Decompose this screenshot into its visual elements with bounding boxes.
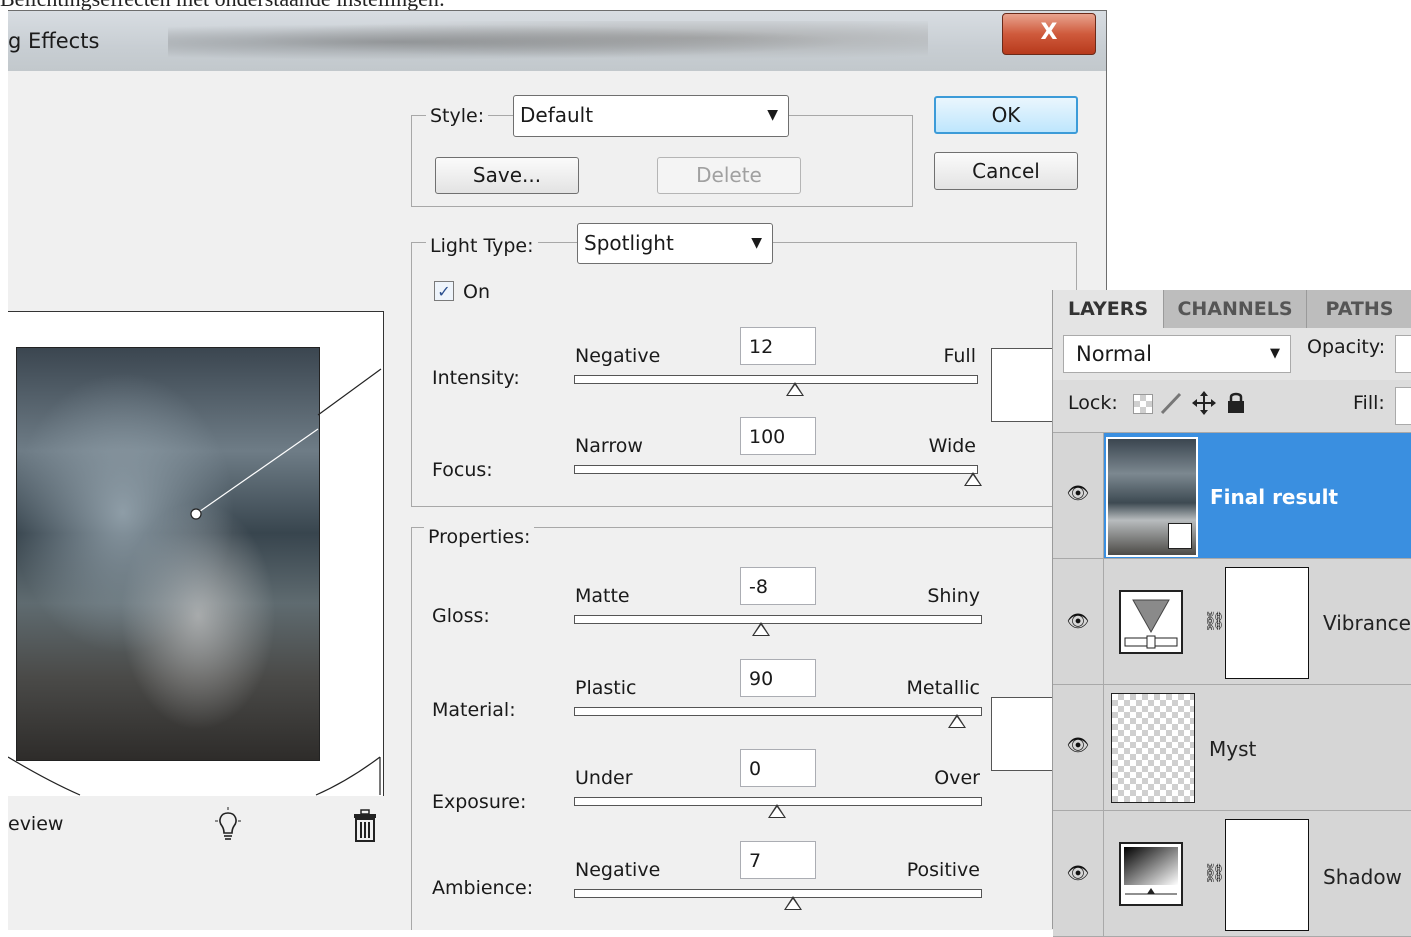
intensity-max-label: Full [943,345,977,367]
fill-label: Fill: [1353,392,1385,414]
ambience-label: Ambience: [432,877,534,899]
on-label: On [463,281,490,303]
material-slider-thumb[interactable] [948,714,966,728]
gloss-value-input[interactable]: -8 [740,567,816,605]
vibrance-adjustment-icon [1119,590,1183,654]
padlock-icon[interactable] [1225,391,1247,415]
light-center-handle[interactable] [190,508,202,520]
tab-paths[interactable]: PATHS [1307,290,1411,328]
close-button[interactable]: X [1002,13,1096,55]
preview-label: eview [8,813,64,835]
tab-layers[interactable]: LAYERS [1053,290,1164,328]
eye-icon[interactable]: 👁 [1063,735,1093,757]
layer-thumbnail [1111,693,1195,803]
style-label: Style: [426,105,489,127]
lock-transparency-icon[interactable] [1133,394,1153,414]
exposure-min-label: Under [575,767,633,789]
focus-value-input[interactable]: 100 [740,417,816,455]
light-type-label: Light Type: [426,235,538,257]
eye-icon[interactable]: 👁 [1063,483,1093,505]
material-value-input[interactable]: 90 [740,659,816,697]
material-label: Material: [432,699,516,721]
opacity-label: Opacity: [1307,336,1386,358]
layers-panel: LAYERS CHANNELS PATHS Normal ▼ Opacity: … [1052,290,1411,937]
intensity-slider-thumb[interactable] [785,382,804,396]
exposure-slider-thumb[interactable] [768,804,786,818]
intensity-min-label: Negative [575,345,661,367]
focus-label: Focus: [432,459,493,481]
layer-row-final-result[interactable]: 👁 Final result [1053,433,1411,559]
material-max-label: Metallic [906,677,980,699]
trash-icon[interactable] [350,807,380,843]
tab-channels[interactable]: CHANNELS [1164,290,1307,328]
focus-slider-thumb[interactable] [964,472,982,486]
blend-mode-value: Normal [1076,342,1152,366]
exposure-value-input[interactable]: 0 [740,749,816,787]
exposure-label: Exposure: [432,791,527,813]
dialog-title: g Effects [8,29,100,53]
gloss-max-label: Shiny [927,585,980,607]
save-button[interactable]: Save... [435,157,579,194]
cancel-button[interactable]: Cancel [934,152,1078,190]
style-select-value: Default [520,103,594,127]
layer-mask-thumbnail [1225,819,1309,931]
gradient-adjustment-icon [1119,842,1183,906]
ambience-color-swatch[interactable] [991,697,1055,771]
chain-link-icon[interactable]: ⛓ [1203,863,1226,884]
intensity-value-input[interactable]: 12 [740,327,816,365]
ambience-max-label: Positive [906,859,980,881]
layer-name: Vibrance [1323,611,1411,635]
light-bulb-icon[interactable] [212,807,244,843]
layer-row-myst[interactable]: 👁 Myst [1053,685,1411,811]
ambience-slider-track[interactable] [574,889,982,898]
layer-mask-thumbnail [1225,567,1309,679]
lock-label: Lock: [1068,392,1118,414]
layer-row-shadow[interactable]: 👁 ⛓ Shadow [1053,811,1411,937]
intensity-slider-track[interactable] [574,375,978,384]
preview-light-guides [8,368,382,796]
intensity-label: Intensity: [432,367,520,389]
layer-name: Final result [1210,485,1339,509]
title-bar-background [168,21,928,63]
gloss-slider-track[interactable] [574,615,982,624]
delete-button[interactable]: Delete [657,157,801,194]
move-icon[interactable] [1191,390,1217,416]
lighting-effects-dialog: g Effects X Style: Default ▼ Save... Del… [8,10,1107,930]
layer-name: Myst [1209,737,1257,761]
focus-min-label: Narrow [575,435,643,457]
properties-label: Properties: [424,526,535,548]
eye-icon[interactable]: 👁 [1063,611,1093,633]
on-checkbox[interactable]: ✓ [434,281,454,301]
chain-link-icon[interactable]: ⛓ [1203,611,1226,632]
focus-max-label: Wide [928,435,976,457]
gloss-slider-thumb[interactable] [752,622,770,636]
material-min-label: Plastic [575,677,637,699]
chevron-down-icon: ▼ [767,107,778,123]
opacity-input[interactable] [1395,335,1411,373]
light-type-select[interactable]: Spotlight ▼ [577,223,773,264]
exposure-max-label: Over [934,767,980,789]
fill-input[interactable] [1395,387,1411,425]
smart-object-icon [1168,523,1192,549]
layer-name: Shadow [1323,865,1402,889]
material-slider-track[interactable] [574,707,982,716]
ambience-value-input[interactable]: 7 [740,841,816,879]
light-color-swatch[interactable] [991,348,1055,422]
light-type-select-value: Spotlight [584,231,674,255]
brush-icon[interactable] [1159,390,1183,416]
focus-slider-track[interactable] [574,465,978,474]
ambience-slider-thumb[interactable] [784,896,802,910]
ok-button[interactable]: OK [934,96,1078,134]
eye-icon[interactable]: 👁 [1063,863,1093,885]
ambience-min-label: Negative [575,859,661,881]
chevron-down-icon: ▼ [751,235,762,251]
layer-row-vibrance[interactable]: 👁 ⛓ Vibrance [1053,559,1411,685]
gloss-min-label: Matte [575,585,630,607]
gloss-label: Gloss: [432,605,490,627]
chevron-down-icon: ▼ [1270,346,1280,361]
blend-mode-select[interactable]: Normal ▼ [1063,335,1291,373]
style-select[interactable]: Default ▼ [513,95,789,137]
